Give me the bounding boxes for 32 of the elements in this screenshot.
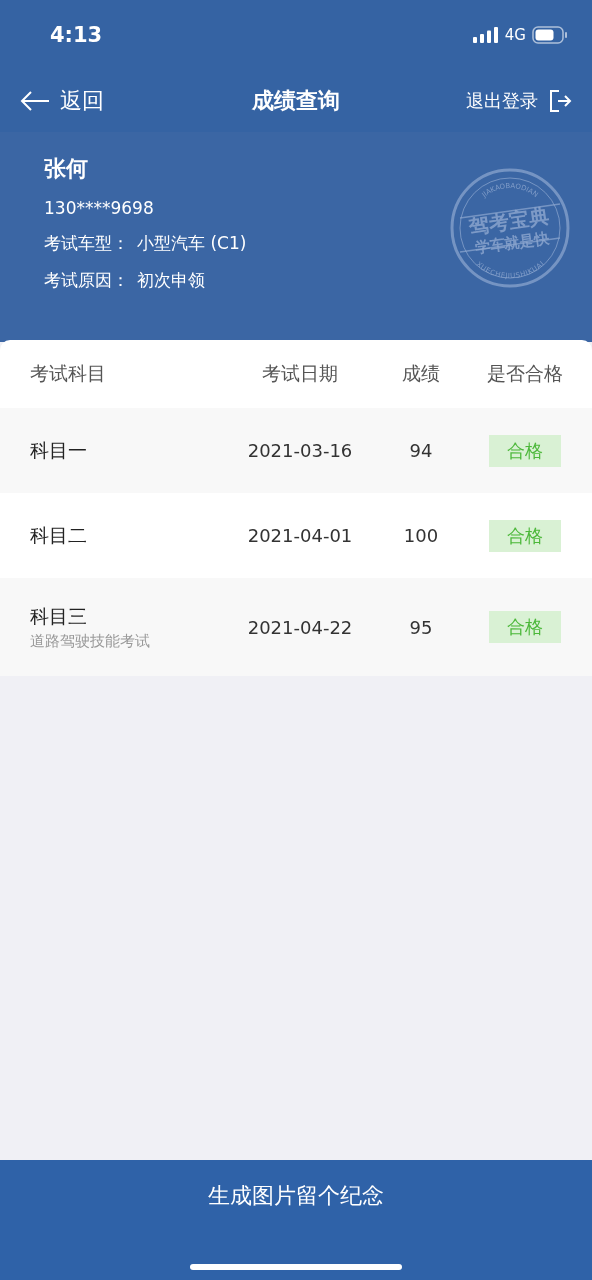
- back-link[interactable]: 返回: [60, 86, 104, 116]
- column-header: 成绩: [402, 362, 440, 384]
- result-tag: 合格: [488, 519, 561, 552]
- logout-icon[interactable]: [548, 89, 572, 113]
- subject-name: 科目三: [30, 603, 88, 629]
- subject-note: 道路驾驶技能考试: [30, 631, 151, 651]
- result-tag: 合格: [488, 611, 561, 643]
- column-header: 考试科目: [30, 361, 107, 386]
- status-time: 4:13: [50, 23, 103, 47]
- field-label: 考试车型：: [44, 233, 129, 253]
- subject-name: 科目一: [30, 437, 88, 463]
- exam-date: 2021-03-16: [247, 440, 353, 461]
- user-name: 张何: [44, 155, 89, 183]
- field-value: 初次申领: [137, 270, 205, 290]
- subject-name: 科目二: [30, 522, 88, 548]
- field-value: 小型汽车 (C1): [137, 233, 247, 253]
- exam-score: 100: [403, 525, 439, 546]
- battery-icon: [532, 26, 568, 44]
- logout-link[interactable]: 退出登录: [466, 89, 538, 113]
- field-label: 考试原因：: [44, 270, 129, 290]
- page-title: 成绩查询: [252, 87, 340, 115]
- back-arrow-icon[interactable]: [20, 91, 50, 111]
- exam-date: 2021-04-01: [247, 525, 353, 546]
- exam-score: 94: [409, 440, 433, 461]
- network-label: 4G: [504, 26, 526, 44]
- column-header: 考试日期: [262, 362, 338, 384]
- signal-icon: [472, 27, 499, 43]
- exam-score: 95: [409, 616, 433, 638]
- generate-image-button[interactable]: 生成图片留个纪念: [202, 1180, 390, 1212]
- column-header: 是否合格: [486, 361, 563, 386]
- exam-date: 2021-04-22: [247, 616, 353, 638]
- result-tag: 合格: [488, 434, 561, 467]
